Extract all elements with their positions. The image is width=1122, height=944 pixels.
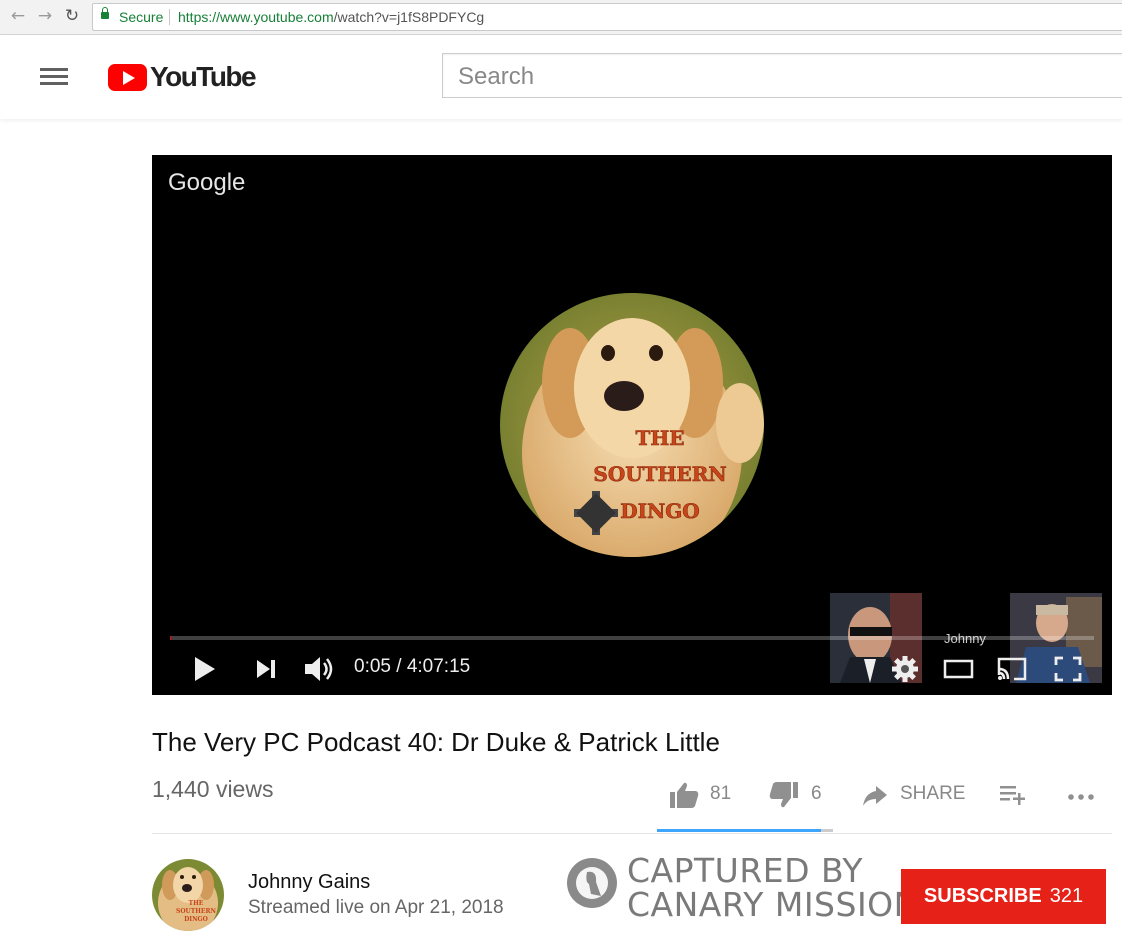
sentiment-bar-dislikes (821, 829, 833, 832)
thumbs-up-icon (670, 782, 699, 808)
hamburger-menu-icon[interactable] (40, 68, 68, 86)
fullscreen-icon[interactable] (1052, 651, 1084, 687)
share-button[interactable]: SHARE (860, 780, 970, 810)
back-icon[interactable]: ← (8, 6, 28, 26)
lock-icon (101, 7, 109, 19)
thumbs-down-icon (769, 782, 798, 808)
avatar-badge-line-1: THE (189, 900, 204, 907)
url-text[interactable]: https://www.youtube.com/watch?v=j1fS8PDF… (178, 4, 484, 30)
cast-icon[interactable] (994, 651, 1030, 687)
subscriber-count: 321 (1049, 885, 1084, 907)
like-button[interactable]: 81 (668, 780, 738, 810)
next-icon[interactable] (253, 651, 279, 687)
youtube-play-icon (108, 64, 147, 91)
search-input[interactable]: Search (442, 53, 1122, 98)
badge-line-1: THE (635, 426, 684, 450)
google-watermark: Google (168, 169, 246, 196)
avatar-badge-line-3: DINGO (184, 916, 208, 923)
url-host: https://www.youtube.com (178, 9, 334, 25)
subscribe-label: SUBSCRIBE (923, 885, 1042, 907)
url-separator (169, 9, 170, 25)
canary-line-2: CANARY MISSION (627, 885, 919, 924)
stream-date: Streamed live on Apr 21, 2018 (248, 897, 504, 918)
reload-icon[interactable]: ↻ (62, 6, 82, 26)
divider (152, 833, 1112, 834)
play-icon[interactable] (192, 651, 218, 687)
site-header: YouTube Search (0, 35, 1122, 119)
browser-toolbar: ← → ↻ Secure https://www.youtube.com/wat… (0, 0, 1122, 35)
dislike-button[interactable]: 6 (768, 780, 828, 810)
like-count: 81 (710, 783, 732, 804)
secure-label: Secure (119, 9, 164, 25)
channel-avatar[interactable]: THE SOUTHERN DINGO (152, 859, 224, 931)
forward-icon[interactable]: → (35, 6, 55, 26)
subscribe-button[interactable]: SUBSCRIBE 321 (901, 869, 1106, 924)
address-bar[interactable]: Secure https://www.youtube.com/watch?v=j… (92, 3, 1122, 31)
badge-line-2: SOUTHERN (593, 462, 726, 486)
theater-mode-icon[interactable] (942, 651, 976, 687)
badge-line-3: DINGO (620, 499, 699, 523)
url-path: /watch?v=j1fS8PDFYCg (333, 9, 485, 25)
more-actions-icon[interactable] (1066, 780, 1098, 810)
channel-name[interactable]: Johnny Gains (248, 871, 370, 894)
volume-icon[interactable] (302, 651, 336, 687)
dislike-count: 6 (811, 783, 822, 804)
channel-badge-image: THE SOUTHERN DINGO (500, 293, 764, 557)
add-to-playlist-icon[interactable] (998, 780, 1028, 810)
avatar-badge-line-2: SOUTHERN (176, 908, 216, 915)
time-display: 0:05 / 4:07:15 (354, 656, 471, 677)
share-arrow-icon (863, 786, 887, 806)
progress-fill (170, 636, 172, 640)
video-title: The Very PC Podcast 40: Dr Duke & Patric… (152, 727, 720, 757)
logo-text: YouTube (150, 61, 257, 92)
canary-bird-icon (567, 858, 617, 908)
video-player[interactable]: Google THE SOUTHERN DINGO Johnny 0:05 / … (152, 155, 1112, 695)
view-count: 1,440 views (152, 776, 274, 802)
sentiment-bar (657, 829, 833, 832)
canary-mission-watermark: CAPTURED BY CANARY MISSION (567, 851, 918, 924)
progress-bar[interactable] (170, 636, 1094, 640)
settings-gear-icon[interactable] (890, 651, 920, 687)
share-label: SHARE (900, 783, 966, 804)
